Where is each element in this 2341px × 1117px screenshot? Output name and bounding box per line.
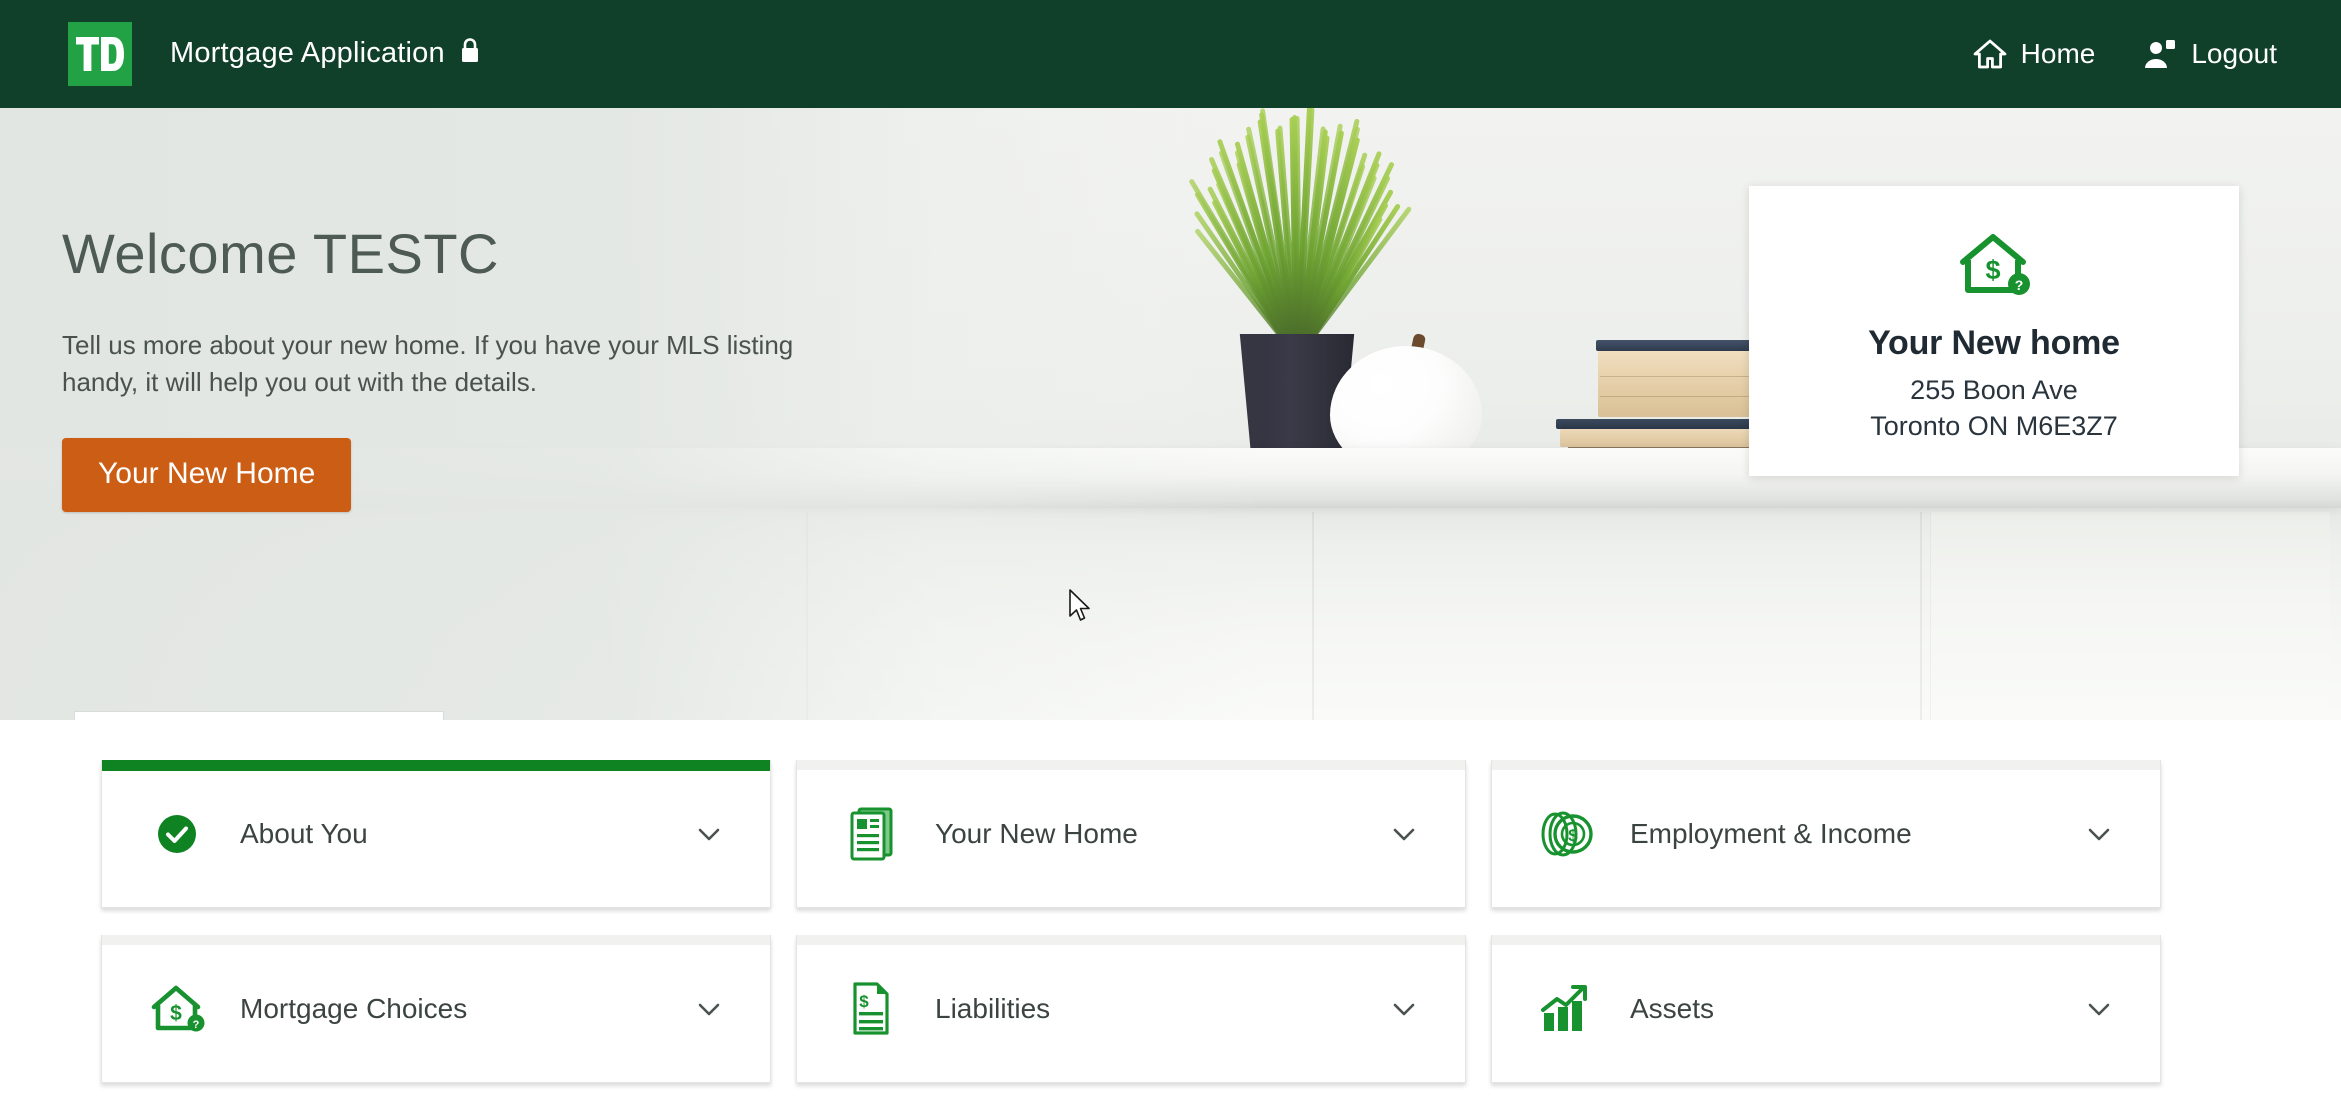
section-card-mortgage-choices[interactable]: $ ? Mortgage Choices <box>101 935 771 1083</box>
document-dollar-icon: $ <box>841 978 903 1040</box>
home-icon <box>1973 38 2007 70</box>
new-home-address-card[interactable]: $ ? Your New home 255 Boon Ave Toronto O… <box>1749 186 2239 476</box>
svg-text:$: $ <box>859 992 869 1011</box>
section-status-bar <box>1492 760 2160 770</box>
section-label: Your New Home <box>935 817 1138 849</box>
section-card-liabilities[interactable]: $ Liabilities <box>796 935 1466 1083</box>
chevron-down-icon[interactable] <box>2084 819 2114 849</box>
section-card-employment-income[interactable]: $ Employment & Income <box>1491 760 2161 908</box>
home-link-label: Home <box>2020 38 2096 69</box>
section-label: Liabilities <box>935 992 1051 1024</box>
app-title-text: Mortgage Application <box>170 36 445 69</box>
address-card-title: Your New home <box>1868 324 2120 362</box>
lock-icon <box>459 37 481 72</box>
bar-chart-up-icon <box>1536 978 1598 1040</box>
section-label: Mortgage Choices <box>240 992 468 1024</box>
section-card-assets[interactable]: Assets <box>1491 935 2161 1083</box>
section-status-bar <box>102 760 770 771</box>
mortgage-application-page: Mortgage Application Home Logout Welcome… <box>0 0 2341 1117</box>
your-new-home-button[interactable]: Your New Home <box>62 438 352 513</box>
section-card-your-new-home[interactable]: Your New Home <box>796 760 1466 908</box>
home-link[interactable]: Home <box>1973 38 2096 70</box>
svg-text:$: $ <box>1985 255 2000 285</box>
section-label: About You <box>240 817 368 849</box>
hero-description: Tell us more about your new home. If you… <box>62 329 794 397</box>
section-status-bar <box>797 935 1465 945</box>
section-status-bar <box>1492 935 2160 945</box>
section-card-about-you[interactable]: About You <box>101 760 771 908</box>
check-circle-icon <box>146 803 208 865</box>
svg-text:?: ? <box>2015 277 2024 293</box>
app-header: Mortgage Application Home Logout <box>0 0 2341 108</box>
logout-link-label: Logout <box>2191 38 2277 69</box>
tab-your-progress[interactable]: Your Progress <box>74 711 444 720</box>
svg-text:$: $ <box>1568 826 1578 845</box>
address-city: Toronto ON M6E3Z7 <box>1870 410 2118 441</box>
section-status-bar <box>797 760 1465 770</box>
shelf-panel-divider <box>1312 512 1314 720</box>
shelf-drawer <box>1930 512 2330 720</box>
user-logout-icon <box>2143 38 2177 70</box>
tab-invite-co-borrower[interactable]: Invite a co-borrower <box>444 711 774 720</box>
section-status-bar <box>102 935 770 945</box>
shelf-panel-divider <box>806 512 808 720</box>
hero-copy: Welcome TESTC Tell us more about your ne… <box>62 222 922 513</box>
progress-panel: About You Your New Home $ Employment & I… <box>0 720 2341 1117</box>
svg-text:$: $ <box>170 1002 182 1025</box>
app-title: Mortgage Application <box>170 37 481 72</box>
chevron-down-icon[interactable] <box>694 994 724 1024</box>
chevron-down-icon[interactable] <box>1389 819 1419 849</box>
chevron-down-icon[interactable] <box>2084 994 2114 1024</box>
logout-link[interactable]: Logout <box>2143 38 2277 70</box>
coins-dollar-icon: $ <box>1536 803 1598 865</box>
tab-bar: Your Progress Invite a co-borrower <box>74 711 774 720</box>
header-brand: Mortgage Application <box>0 22 481 86</box>
svg-text:?: ? <box>193 1019 200 1031</box>
hero-banner: Welcome TESTC Tell us more about your ne… <box>0 108 2341 720</box>
section-label: Assets <box>1630 992 1715 1024</box>
header-nav: Home Logout <box>1973 0 2277 108</box>
chevron-down-icon[interactable] <box>694 819 724 849</box>
house-dollar-icon: $ ? <box>1955 230 2033 300</box>
address-street: 255 Boon Ave <box>1910 375 2078 405</box>
progress-section-grid: About You Your New Home $ Employment & I… <box>101 760 2240 1083</box>
documents-icon <box>841 803 903 865</box>
td-logo[interactable] <box>68 22 132 86</box>
chevron-down-icon[interactable] <box>1389 994 1419 1024</box>
shelf-panel-divider <box>1920 512 1922 720</box>
page-title: Welcome TESTC <box>62 222 499 285</box>
section-label: Employment & Income <box>1630 817 1912 849</box>
house-dollar-icon: $ ? <box>146 978 208 1040</box>
